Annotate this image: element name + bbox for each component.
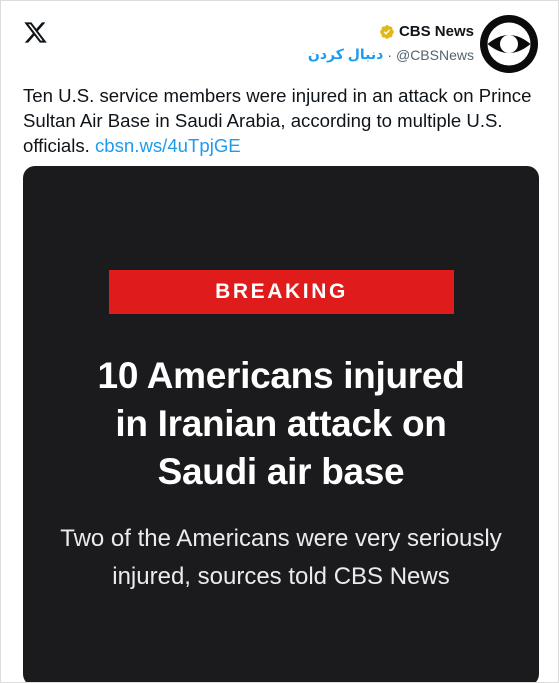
subheadline-line: Two of the Americans were very seriously (60, 525, 502, 552)
headline-line: Saudi air base (157, 451, 405, 492)
headline-line: in Iranian attack on (115, 403, 447, 444)
author-handle[interactable]: @CBSNews (396, 47, 474, 63)
x-logo-icon[interactable] (23, 20, 48, 45)
follow-button[interactable]: دنبال کردن (308, 46, 383, 63)
subheadline-line: injured, sources told CBS News (112, 563, 450, 590)
author-header: CBS News دنبال کردن · @CBSNews (308, 15, 538, 79)
tweet-text: Ten U.S. service members were injured in… (23, 83, 543, 158)
verified-badge-icon (380, 24, 394, 39)
headline: 10 Americans injured in Iranian attack o… (23, 352, 539, 496)
tweet-link[interactable]: cbsn.ws/4uTpjGE (95, 135, 241, 156)
breaking-banner: BREAKING (109, 270, 454, 314)
tweet-media-image[interactable]: BREAKING 10 Americans injured in Iranian… (23, 166, 539, 682)
breaking-label: BREAKING (215, 280, 348, 303)
handle-row: دنبال کردن · @CBSNews (308, 46, 474, 63)
author-info: CBS News دنبال کردن · @CBSNews (308, 23, 474, 63)
name-row: CBS News (379, 23, 474, 40)
subheadline: Two of the Americans were very seriously… (23, 520, 539, 596)
author-display-name[interactable]: CBS News (399, 23, 474, 40)
avatar[interactable] (480, 15, 538, 73)
headline-line: 10 Americans injured (97, 355, 465, 396)
tweet-card: CBS News دنبال کردن · @CBSNews Ten U.S. … (0, 0, 559, 683)
separator-dot: · (387, 46, 392, 63)
cbs-eye-logo-icon (487, 22, 531, 66)
